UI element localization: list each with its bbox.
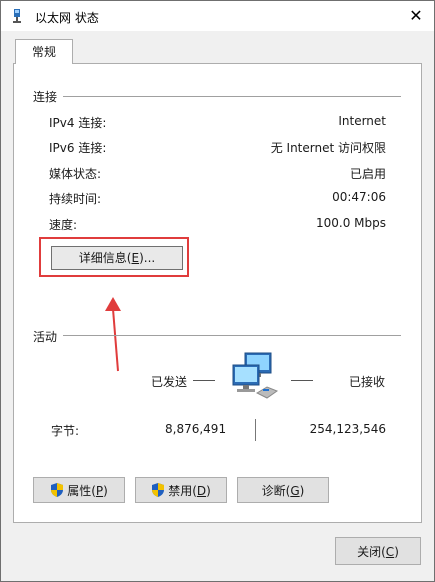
tab-general[interactable]: 常规	[15, 39, 73, 64]
media-state-value: 已启用	[349, 167, 386, 181]
properties-button-text: 属性(	[67, 484, 96, 498]
details-button-suffix: )...	[139, 251, 156, 265]
close-button-text: 关闭(	[357, 545, 386, 559]
diagnose-button-text: 诊断(	[261, 484, 291, 498]
close-button-mnemonic: C	[385, 545, 395, 559]
disable-button-suffix: )	[206, 484, 211, 498]
disable-button[interactable]: 禁用(D)	[135, 477, 227, 503]
close-button-suffix: )	[394, 545, 399, 559]
disable-button-text: 禁用(	[168, 484, 197, 498]
bytes-sent-value: 8,876,491	[165, 422, 227, 436]
duration-label: 持续时间:	[49, 192, 102, 206]
properties-button[interactable]: 属性(P)	[33, 477, 125, 503]
ipv4-value: Internet	[338, 114, 386, 128]
uac-shield-icon	[51, 483, 64, 497]
title-bar[interactable]: 以太网 状态 ✕	[1, 1, 434, 31]
bytes-received-value: 254,123,546	[309, 422, 386, 436]
ipv6-label: IPv6 连接:	[49, 141, 107, 155]
status-dialog: 以太网 状态 ✕ 常规 连接 IPv4 连接: Internet IPv6 连接…	[0, 0, 435, 582]
diagnose-button-suffix: )	[299, 484, 305, 498]
diagnose-button-mnemonic: G	[290, 484, 300, 498]
details-button[interactable]: 详细信息(E)...	[51, 246, 183, 270]
details-button-mnemonic: E	[131, 251, 140, 265]
connection-section-title: 连接	[33, 90, 58, 104]
ipv6-value: 无 Internet 访问权限	[270, 141, 386, 155]
ipv4-label: IPv4 连接:	[49, 116, 107, 130]
sent-line	[193, 380, 215, 381]
disable-button-mnemonic: D	[196, 484, 207, 498]
close-icon[interactable]: ✕	[406, 6, 426, 26]
sent-label: 已发送	[151, 375, 188, 389]
speed-label: 速度:	[49, 218, 78, 232]
uac-shield-icon	[152, 483, 165, 497]
details-button-text: 详细信息(	[78, 251, 132, 265]
received-line	[291, 380, 313, 381]
network-icon	[13, 9, 21, 23]
media-state-label: 媒体状态:	[49, 167, 102, 181]
properties-button-suffix: )	[103, 484, 108, 498]
window-title: 以太网 状态	[35, 11, 99, 25]
bytes-divider	[255, 419, 256, 441]
speed-value: 100.0 Mbps	[315, 216, 386, 230]
duration-value: 00:47:06	[332, 190, 386, 204]
diagnose-button[interactable]: 诊断(G)	[237, 477, 329, 503]
tab-panel	[13, 63, 422, 523]
activity-divider	[63, 335, 401, 336]
bytes-label: 字节:	[51, 424, 80, 438]
activity-section-title: 活动	[33, 330, 58, 344]
connection-divider	[63, 96, 401, 97]
network-computers-icon	[232, 352, 279, 399]
close-button[interactable]: 关闭(C)	[335, 537, 421, 565]
received-label: 已接收	[349, 375, 386, 389]
